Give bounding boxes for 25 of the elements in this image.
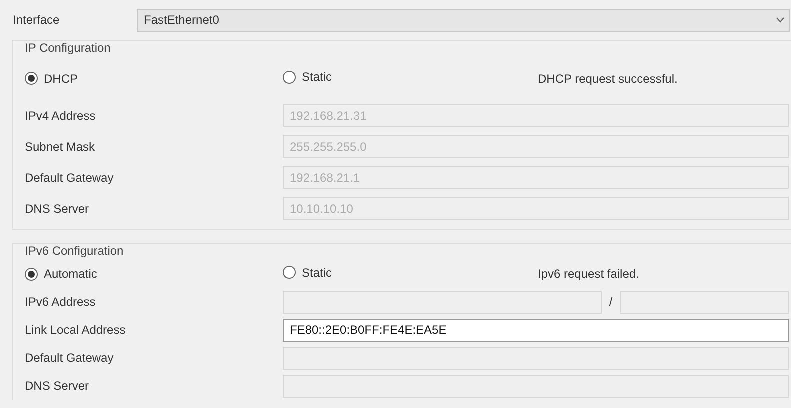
field-label: Default Gateway	[25, 350, 115, 367]
group-title: IP Configuration	[24, 41, 112, 57]
field-label: IPv4 Address	[25, 108, 97, 124]
field-label: IPv6 Address	[25, 294, 97, 311]
field-label: Subnet Mask	[25, 138, 96, 156]
field-label: Default Gateway	[25, 170, 115, 186]
chevron-down-icon	[776, 17, 785, 23]
field-label: DNS Server	[25, 378, 90, 395]
interface-dropdown[interactable]: FastEthernet0	[137, 8, 790, 32]
status-text: Ipv6 request failed.	[538, 266, 640, 283]
radio-option[interactable]: Static	[283, 264, 332, 282]
input-field[interactable]: FE80::2E0:B0FF:FE4E:EA5E	[283, 318, 789, 342]
field-label: Interface	[13, 12, 61, 29]
status-text: DHCP request successful.	[538, 70, 678, 88]
radio-button[interactable]	[25, 72, 38, 86]
field-label: DNS Server	[25, 200, 90, 218]
radio-button[interactable]	[25, 268, 38, 281]
radio-option[interactable]: DHCP	[25, 70, 78, 88]
group-title: IPv6 Configuration	[24, 244, 125, 260]
radio-button[interactable]	[283, 266, 296, 280]
separator-text: /	[608, 294, 614, 311]
radio-option[interactable]: Automatic	[25, 265, 98, 284]
field-label: Link Local Address	[25, 322, 127, 339]
radio-button[interactable]	[283, 70, 296, 84]
radio-option[interactable]: Static	[283, 68, 332, 86]
